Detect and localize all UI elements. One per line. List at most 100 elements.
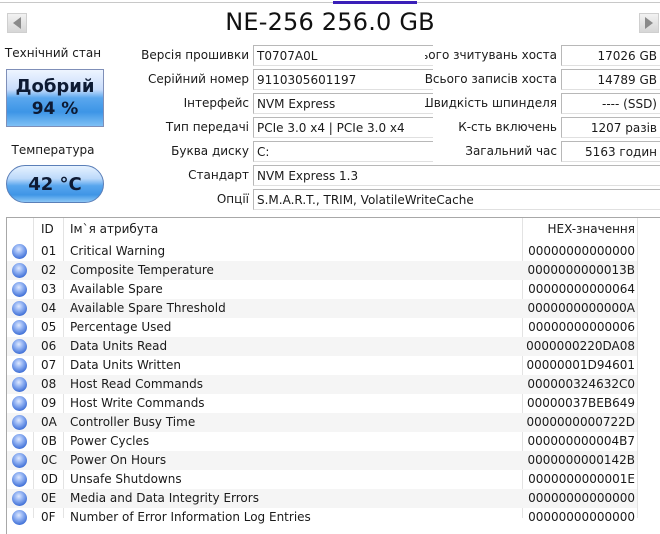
attribute-hex-value: 00000000000064: [528, 282, 635, 296]
tab-strip-line: [0, 2, 660, 3]
table-row[interactable]: 07 Data Units Written 00000001D94601: [7, 356, 637, 375]
column-divider: [637, 218, 638, 518]
smart-attributes-table[interactable]: ID Ім`я атрибута HEX-значення 01 Critical…: [6, 217, 660, 534]
attribute-name: Host Write Commands: [70, 396, 205, 410]
attribute-name: Data Units Read: [70, 339, 168, 353]
table-row[interactable]: 0D Unsafe Shutdowns 0000000000001E: [7, 470, 637, 489]
attribute-id: 0F: [41, 510, 56, 524]
stat-label: Всього зчитувань хоста: [425, 48, 557, 62]
status-dot-icon: [12, 339, 27, 354]
table-row[interactable]: 06 Data Units Read 0000000220DA08: [7, 337, 637, 356]
table-row[interactable]: 0A Controller Busy Time 0000000000722D: [7, 413, 637, 432]
attribute-id: 01: [41, 244, 57, 258]
attribute-id: 07: [41, 358, 57, 372]
stat-label: К-сть включень: [458, 120, 557, 134]
info-value-field[interactable]: NVM Express 1.3: [253, 165, 660, 186]
info-label: Інтерфейс: [183, 96, 249, 110]
stat-value-field[interactable]: 5163 годин: [561, 141, 660, 162]
attribute-id: 08: [41, 377, 57, 391]
attribute-hex-value: 0000000000013B: [527, 263, 635, 277]
attribute-name: Power Cycles: [70, 434, 150, 448]
info-value-field[interactable]: NVM Express: [253, 93, 433, 114]
attribute-hex-value: 0000000000142B: [527, 453, 635, 467]
table-row[interactable]: 08 Host Read Commands 000000324632C0: [7, 375, 637, 394]
disk-title: NE-256 256.0 GB: [225, 8, 435, 36]
info-value-field[interactable]: C:: [253, 141, 433, 162]
attribute-hex-value: 000000000004B7: [527, 434, 635, 448]
next-disk-button[interactable]: [639, 13, 659, 33]
attribute-name: Available Spare: [70, 282, 163, 296]
attribute-id: 03: [41, 282, 57, 296]
column-header-id[interactable]: ID: [41, 222, 54, 236]
stat-value-field[interactable]: 1207 разів: [561, 117, 660, 138]
attribute-id: 0A: [41, 415, 57, 429]
temperature-label: Температура: [11, 143, 95, 157]
attribute-id: 0E: [41, 491, 57, 505]
info-value-field[interactable]: T0707A0L: [253, 45, 433, 66]
attribute-id: 06: [41, 339, 57, 353]
table-row[interactable]: 01 Critical Warning 00000000000000: [7, 242, 637, 261]
attribute-id: 05: [41, 320, 57, 334]
info-label: Опції: [216, 192, 249, 206]
attribute-name: Critical Warning: [70, 244, 166, 258]
attribute-hex-value: 0000000000000A: [527, 301, 635, 315]
status-dot-icon: [12, 453, 27, 468]
table-row[interactable]: 0F Number of Error Information Log Entrie…: [7, 508, 637, 527]
attribute-hex-value: 00000000000006: [528, 320, 635, 334]
info-value-field[interactable]: PCIe 3.0 x4 | PCIe 3.0 x4: [253, 117, 433, 138]
attribute-id: 09: [41, 396, 57, 410]
attribute-name: Media and Data Integrity Errors: [70, 491, 259, 505]
table-row[interactable]: 0B Power Cycles 000000000004B7: [7, 432, 637, 451]
attribute-name: Data Units Written: [70, 358, 181, 372]
status-dot-icon: [12, 472, 27, 487]
status-dot-icon: [12, 301, 27, 316]
stat-value-field[interactable]: ---- (SSD): [561, 93, 660, 114]
status-dot-icon: [12, 491, 27, 506]
attribute-id: 0D: [41, 472, 58, 486]
attribute-name: Number of Error Information Log Entries: [70, 510, 311, 524]
table-row[interactable]: 09 Host Write Commands 00000037BEB649: [7, 394, 637, 413]
attribute-name: Composite Temperature: [70, 263, 214, 277]
column-header-name[interactable]: Ім`я атрибута: [70, 222, 158, 236]
info-value-field[interactable]: S.M.A.R.T., TRIM, VolatileWriteCache: [253, 189, 660, 210]
stat-label: Всього записів хоста: [425, 72, 557, 86]
triangle-right-icon: [645, 17, 653, 29]
attribute-id: 0C: [41, 453, 58, 467]
info-label: Серійний номер: [147, 72, 249, 86]
table-row[interactable]: 02 Composite Temperature 0000000000013B: [7, 261, 637, 280]
table-row[interactable]: 0C Power On Hours 0000000000142B: [7, 451, 637, 470]
health-status-badge[interactable]: Добрий 94 %: [6, 69, 104, 127]
info-label: Стандарт: [188, 168, 249, 182]
temperature-value: 42 °C: [28, 173, 82, 195]
status-dot-icon: [12, 282, 27, 297]
attribute-name: Host Read Commands: [70, 377, 204, 391]
attribute-hex-value: 00000000000000: [528, 510, 635, 524]
table-row[interactable]: 04 Available Spare Threshold 0000000000000…: [7, 299, 637, 318]
active-disk-tab-indicator[interactable]: [333, 1, 417, 4]
column-header-hex[interactable]: HEX-значення: [547, 222, 635, 236]
stat-value-field[interactable]: 17026 GB: [561, 45, 660, 66]
table-row[interactable]: 05 Percentage Used 00000000000006: [7, 318, 637, 337]
table-header: ID Ім`я атрибута HEX-значення: [7, 218, 660, 240]
attribute-id: 04: [41, 301, 57, 315]
temperature-badge[interactable]: 42 °C: [6, 165, 104, 203]
attribute-hex-value: 00000000000000: [528, 491, 635, 505]
info-value-field[interactable]: 9110305601197: [253, 69, 433, 90]
attribute-hex-value: 0000000220DA08: [526, 339, 635, 353]
attribute-hex-value: 00000037BEB649: [526, 396, 635, 410]
status-dot-icon: [12, 263, 27, 278]
info-label: Буква диску: [171, 144, 249, 158]
stat-value-field[interactable]: 14789 GB: [561, 69, 660, 90]
table-row[interactable]: 0E Media and Data Integrity Errors 0000000…: [7, 489, 637, 508]
attribute-name: Power On Hours: [70, 453, 167, 467]
attribute-hex-value: 0000000000722D: [526, 415, 636, 429]
attribute-id: 0B: [41, 434, 57, 448]
status-dot-icon: [12, 510, 27, 525]
status-dot-icon: [12, 244, 27, 259]
attribute-name: Unsafe Shutdowns: [70, 472, 182, 486]
table-row[interactable]: 03 Available Spare 00000000000064: [7, 280, 637, 299]
attribute-name: Percentage Used: [70, 320, 172, 334]
stat-label: Швидкість шпинделя: [425, 96, 557, 110]
attribute-hex-value: 00000001D94601: [526, 358, 636, 372]
status-dot-icon: [12, 415, 27, 430]
